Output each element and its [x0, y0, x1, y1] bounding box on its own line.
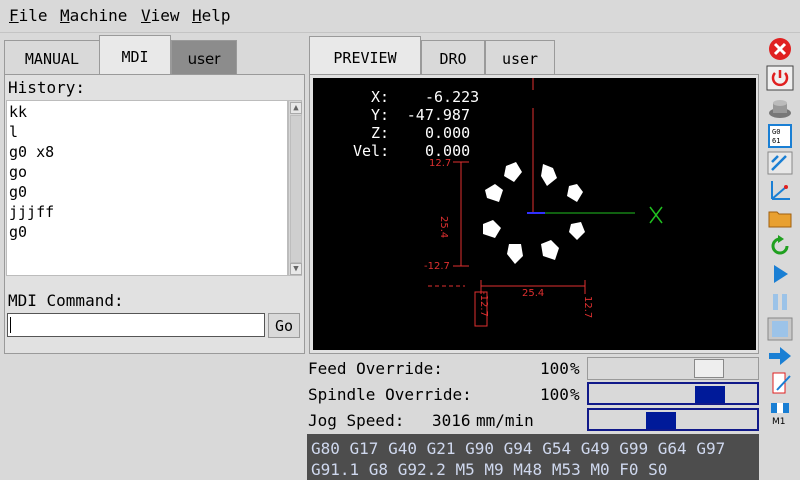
scroll-down-icon[interactable]: ▼	[290, 263, 302, 275]
list-item[interactable]: jjjff	[9, 203, 54, 221]
toolpath-blob	[504, 162, 522, 182]
list-item[interactable]: go	[9, 163, 27, 181]
gcode-status: G80 G17 G40 G21 G90 G94 G54 G49 G99 G64 …	[307, 434, 759, 480]
dim-bot-label: -12.7	[424, 261, 450, 272]
menu-view[interactable]: View	[141, 6, 180, 25]
forward-icon[interactable]	[766, 343, 794, 369]
path-icon[interactable]	[766, 150, 794, 176]
home-icon[interactable]	[766, 95, 794, 121]
list-item[interactable]: l	[9, 123, 18, 141]
go-button[interactable]: Go	[268, 313, 300, 338]
svg-text:61: 61	[772, 137, 780, 145]
tab-mdi[interactable]: MDI	[99, 35, 171, 75]
spindle-override-unit: %	[570, 385, 580, 404]
estop-icon[interactable]	[766, 36, 794, 62]
feed-override-label: Feed Override:	[308, 359, 443, 378]
menu-bar: File Machine View Help	[0, 0, 800, 33]
spindle-override-label: Spindle Override:	[308, 385, 472, 404]
history-scrollbar[interactable]: ▲ ▼	[288, 100, 302, 276]
dim-top-label: 12.7	[429, 158, 451, 169]
gcode-line-2: G91.1 G8 G92.2 M5 M9 M48 M53 M0 F0 S0	[311, 460, 668, 479]
slider-handle[interactable]	[646, 412, 676, 429]
list-item[interactable]: g0	[9, 183, 27, 201]
toolpath-blob	[541, 240, 559, 260]
jog-speed-unit: mm/min	[476, 411, 534, 430]
run-icon[interactable]	[766, 261, 794, 287]
pause-icon[interactable]	[766, 289, 794, 315]
jog-speed-value: 3016	[432, 411, 471, 430]
tab-dro[interactable]: DRO	[421, 40, 485, 74]
scroll-up-icon[interactable]: ▲	[290, 102, 302, 114]
history-list[interactable]: kk l g0 x8 go g0 jjjff g0	[6, 100, 288, 276]
svg-text:M1: M1	[772, 417, 786, 426]
spindle-override-slider[interactable]	[587, 382, 759, 405]
toolpath-blob	[485, 184, 503, 202]
feed-override-slider[interactable]	[587, 357, 759, 380]
list-item[interactable]: g0 x8	[9, 143, 54, 161]
axes-icon[interactable]	[766, 177, 794, 203]
toolpath-blob	[567, 184, 583, 202]
mdi-command-input[interactable]	[7, 313, 265, 337]
preview-canvas[interactable]: X: -6.223 Y: -47.987 Z: 0.000 Vel: 0.000	[313, 78, 756, 350]
jog-speed-label: Jog Speed:	[308, 411, 405, 430]
menu-file[interactable]: File	[9, 6, 48, 25]
spindle-override-value: 100	[540, 385, 569, 404]
history-label: History:	[8, 78, 86, 97]
toolpath-blob	[507, 244, 523, 264]
toolpath-blob	[541, 164, 557, 186]
toolpath-blob	[569, 222, 585, 240]
dim-h-mid-label: 25.4	[522, 288, 544, 299]
edit-file-icon[interactable]	[766, 370, 794, 396]
slider-handle[interactable]	[694, 359, 724, 378]
dim-h-left-label: -12.7	[478, 291, 489, 317]
scroll-thumb[interactable]	[290, 115, 302, 263]
list-item[interactable]: g0	[9, 223, 27, 241]
tab-preview[interactable]: PREVIEW	[309, 36, 421, 76]
text-caret	[10, 317, 11, 333]
reload-icon[interactable]	[766, 233, 794, 259]
gcode-line-1: G80 G17 G40 G21 G90 G94 G54 G49 G99 G64 …	[311, 439, 726, 458]
folder-icon[interactable]	[766, 205, 794, 231]
feed-override-unit: %	[570, 359, 580, 378]
jog-speed-slider[interactable]	[587, 408, 759, 431]
dim-h-right-label: 12.7	[582, 296, 593, 318]
menu-help[interactable]: Help	[192, 6, 231, 25]
list-item[interactable]: kk	[9, 103, 27, 121]
m1-icon[interactable]: M1	[766, 400, 794, 426]
dim-mid-label: 25.4	[438, 216, 449, 238]
toolpath-plot: 12.7 25.4 -12.7 25.4 -12.7 12.7	[424, 78, 663, 327]
toolpath-blob	[483, 220, 501, 238]
tab-manual[interactable]: MANUAL	[4, 40, 100, 74]
feed-override-value: 100	[540, 359, 569, 378]
mdi-command-label: MDI Command:	[8, 291, 124, 310]
tab-user-right[interactable]: user	[485, 40, 555, 74]
slider-handle[interactable]	[695, 386, 725, 403]
tab-user-left[interactable]: user	[171, 40, 237, 74]
menu-machine[interactable]: Machine	[60, 6, 127, 25]
g54-icon[interactable]: G0 61	[766, 123, 794, 149]
svg-text:G0: G0	[772, 128, 780, 136]
power-icon[interactable]	[766, 65, 794, 91]
step-icon[interactable]	[766, 316, 794, 342]
